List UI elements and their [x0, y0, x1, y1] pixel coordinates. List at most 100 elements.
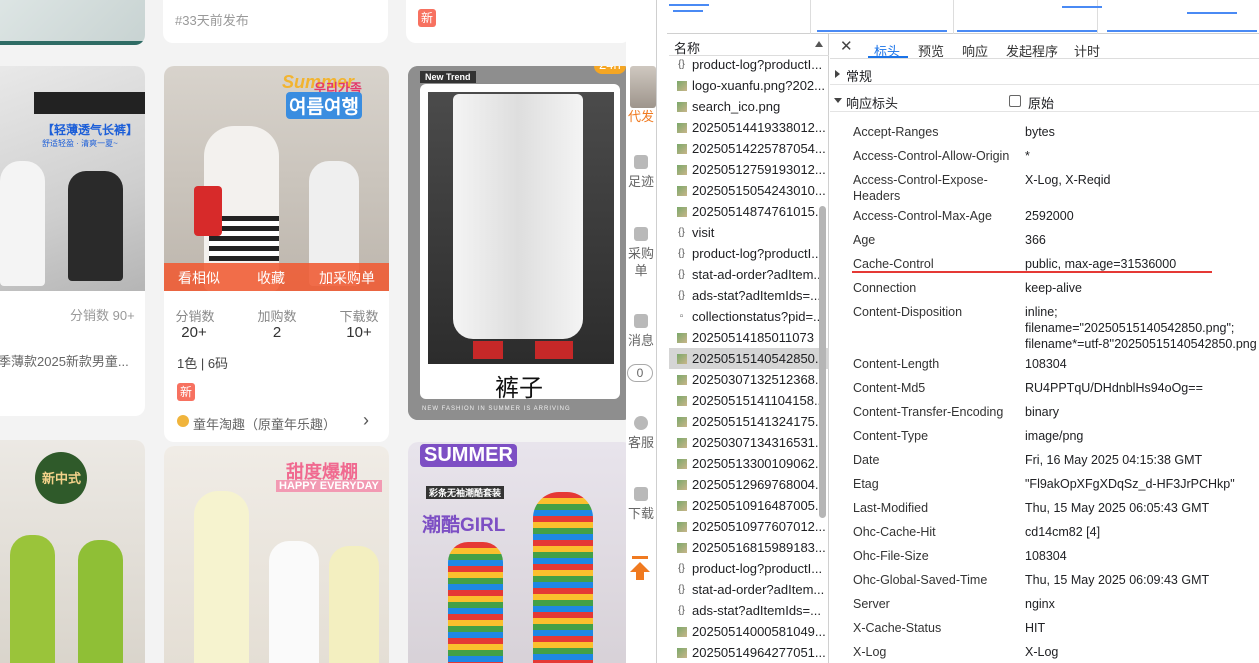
- product-card-right[interactable]: New Trend 裤子 NEW FASHION IN SUMMER IS AR…: [408, 66, 626, 420]
- scrollbar-thumb[interactable]: [819, 206, 826, 518]
- clipboard-icon: [634, 227, 648, 241]
- rail-messages[interactable]: 消息: [626, 314, 656, 349]
- tab-timing[interactable]: 计时: [1074, 41, 1100, 60]
- product-image[interactable]: 【轻薄透气长裤】 舒适轻盈 · 清爽一夏~: [0, 66, 145, 291]
- request-row[interactable]: 20250514185011073: [669, 327, 829, 348]
- top-card-left[interactable]: [0, 0, 145, 45]
- image-file-icon: [677, 438, 687, 448]
- product-image[interactable]: 甜度爆棚 HAPPY EVERYDAY: [164, 446, 389, 663]
- product-image[interactable]: 新中式: [0, 440, 145, 663]
- back-to-top-icon[interactable]: [629, 556, 651, 580]
- action-bar: 看相似 收藏 加采购单: [164, 263, 389, 291]
- shop-icon: [177, 415, 189, 427]
- request-row[interactable]: 20250510977607012...: [669, 516, 829, 537]
- header-value[interactable]: "Fl9akOpXFgXDqSz_d-HF3JrPCHkp": [1025, 476, 1259, 492]
- request-row[interactable]: 20250510916487005...: [669, 495, 829, 516]
- header-value[interactable]: 108304: [1025, 356, 1259, 372]
- request-row[interactable]: 20250514874761015...: [669, 201, 829, 222]
- request-row[interactable]: 20250515141104158...: [669, 390, 829, 411]
- request-row[interactable]: {} product-log?productI...: [669, 54, 829, 75]
- raw-checkbox[interactable]: [1009, 95, 1021, 107]
- rail-dropship[interactable]: 代发: [626, 108, 656, 125]
- request-row[interactable]: 20250515141324175...: [669, 411, 829, 432]
- request-row[interactable]: {} product-log?productI...: [669, 243, 829, 264]
- poster-footer: NEW FASHION IN SUMMER IS ARRIVING: [422, 406, 571, 412]
- request-row[interactable]: 20250514964277051...: [669, 642, 829, 663]
- header-value[interactable]: binary: [1025, 404, 1259, 420]
- product-card-mid[interactable]: Summer 우리가족 여름여행 看相似 收藏 加采购单 分销数 加购数 下载数…: [164, 66, 389, 442]
- header-value[interactable]: X-Log: [1025, 644, 1259, 660]
- similar-button[interactable]: 看相似: [178, 268, 220, 288]
- header-value[interactable]: Fri, 16 May 2025 04:15:38 GMT: [1025, 452, 1259, 468]
- request-row[interactable]: search_ico.png: [669, 96, 829, 117]
- request-row[interactable]: 20250307132512368...: [669, 369, 829, 390]
- header-value[interactable]: cd14cm82 [4]: [1025, 524, 1259, 540]
- favorite-button[interactable]: 收藏: [257, 268, 285, 288]
- header-value[interactable]: keep-alive: [1025, 280, 1259, 296]
- tab-initiator[interactable]: 发起程序: [1006, 41, 1058, 60]
- image-file-icon: [677, 123, 687, 133]
- response-headers-toggle[interactable]: 响应标头 原始: [830, 90, 1259, 112]
- request-row[interactable]: 2025051441933801​2...: [669, 117, 829, 138]
- thumbnail[interactable]: [630, 66, 656, 108]
- shop-name[interactable]: 童年淘趣（原童年乐趣）: [193, 414, 336, 433]
- header-key: Content-Length: [853, 357, 940, 371]
- product-card-left[interactable]: 新中式: [0, 440, 145, 663]
- request-row[interactable]: {} product-log?productI...: [669, 558, 829, 579]
- product-card-mid[interactable]: 甜度爆棚 HAPPY EVERYDAY: [164, 446, 389, 663]
- rail-footprint[interactable]: 足迹: [626, 155, 656, 190]
- tab-response[interactable]: 响应: [962, 41, 988, 60]
- request-row[interactable]: {} stat-ad-order?adItem...: [669, 264, 829, 285]
- header-value[interactable]: inline; filename="20250515140542850.png"…: [1025, 304, 1259, 352]
- request-row[interactable]: 20250307134316531...: [669, 432, 829, 453]
- timeline-overview[interactable]: [667, 0, 1259, 34]
- request-row[interactable]: 20250516815989183...: [669, 537, 829, 558]
- timeline-bar: [673, 10, 703, 12]
- product-image[interactable]: SUMMER 彩条无袖潮酷套装 潮酷GIRL: [408, 442, 626, 663]
- header-value[interactable]: nginx: [1025, 596, 1259, 612]
- product-image[interactable]: Summer 우리가족 여름여행: [164, 66, 389, 291]
- top-card-mid[interactable]: #33天前发布: [163, 0, 388, 43]
- header-value[interactable]: bytes: [1025, 124, 1259, 140]
- request-row[interactable]: 20250512969768004...: [669, 474, 829, 495]
- header-value[interactable]: image/png: [1025, 428, 1259, 444]
- header-value[interactable]: 366: [1025, 232, 1259, 248]
- product-card-left[interactable]: 【轻薄透气长裤】 舒适轻盈 · 清爽一夏~ 分销数 90+ 夏季薄款2025新款…: [0, 66, 145, 416]
- request-row[interactable]: 20250512759193012...: [669, 159, 829, 180]
- header-value[interactable]: Thu, 15 May 2025 06:05:43 GMT: [1025, 500, 1259, 516]
- top-card-right[interactable]: 新: [406, 0, 626, 43]
- request-row[interactable]: {} ads-stat?adItemIds=...: [669, 600, 829, 621]
- product-card-right[interactable]: SUMMER 彩条无袖潮酷套装 潮酷GIRL: [408, 442, 626, 663]
- rail-customer-service[interactable]: 客服: [626, 416, 656, 451]
- poster-subtitle: 舒适轻盈 · 清爽一夏~: [42, 139, 118, 148]
- product-image[interactable]: New Trend 裤子 NEW FASHION IN SUMMER IS AR…: [408, 66, 626, 420]
- request-row[interactable]: 20250515054243010...: [669, 180, 829, 201]
- close-icon[interactable]: ✕: [840, 37, 853, 55]
- add-to-purchase-button[interactable]: 加采购单: [319, 268, 375, 288]
- chevron-right-icon[interactable]: ›: [363, 410, 369, 431]
- header-value[interactable]: public, max-age=31536000: [1025, 256, 1259, 272]
- request-row[interactable]: 20250513300109062...: [669, 453, 829, 474]
- request-row[interactable]: ▫ collectionstatus?pid=...: [669, 306, 829, 327]
- request-row[interactable]: {} ads-stat?adItemIds=...: [669, 285, 829, 306]
- general-section-toggle[interactable]: 常规: [830, 63, 1259, 85]
- request-list: 名称 {} product-log?productI... logo-xuanfu.…: [669, 34, 829, 663]
- header-value[interactable]: 2592000: [1025, 208, 1259, 224]
- header-value[interactable]: RU4PPTqU/DHdnblHs94oOg==: [1025, 380, 1259, 396]
- request-row[interactable]: logo-xuanfu.png?202...: [669, 75, 829, 96]
- header-value[interactable]: Thu, 15 May 2025 06:09:43 GMT: [1025, 572, 1259, 588]
- header-value[interactable]: X-Log, X-Reqid: [1025, 172, 1259, 188]
- request-row[interactable]: {} stat-ad-order?adItem...: [669, 579, 829, 600]
- header-value[interactable]: 108304: [1025, 548, 1259, 564]
- rail-purchase-list[interactable]: 采购单: [626, 227, 656, 279]
- product-desc[interactable]: 夏季薄款2025新款男童...: [0, 351, 129, 370]
- name-column-header[interactable]: 名称: [669, 34, 829, 56]
- request-row[interactable]: 20250515140542850...: [669, 348, 829, 369]
- request-row[interactable]: {} visit: [669, 222, 829, 243]
- header-value[interactable]: *: [1025, 148, 1259, 164]
- header-value[interactable]: HIT: [1025, 620, 1259, 636]
- request-row[interactable]: 20250514225787054...: [669, 138, 829, 159]
- rail-download[interactable]: 下载: [626, 487, 656, 522]
- tab-preview[interactable]: 预览: [918, 41, 944, 60]
- request-row[interactable]: 20250514000581049...: [669, 621, 829, 642]
